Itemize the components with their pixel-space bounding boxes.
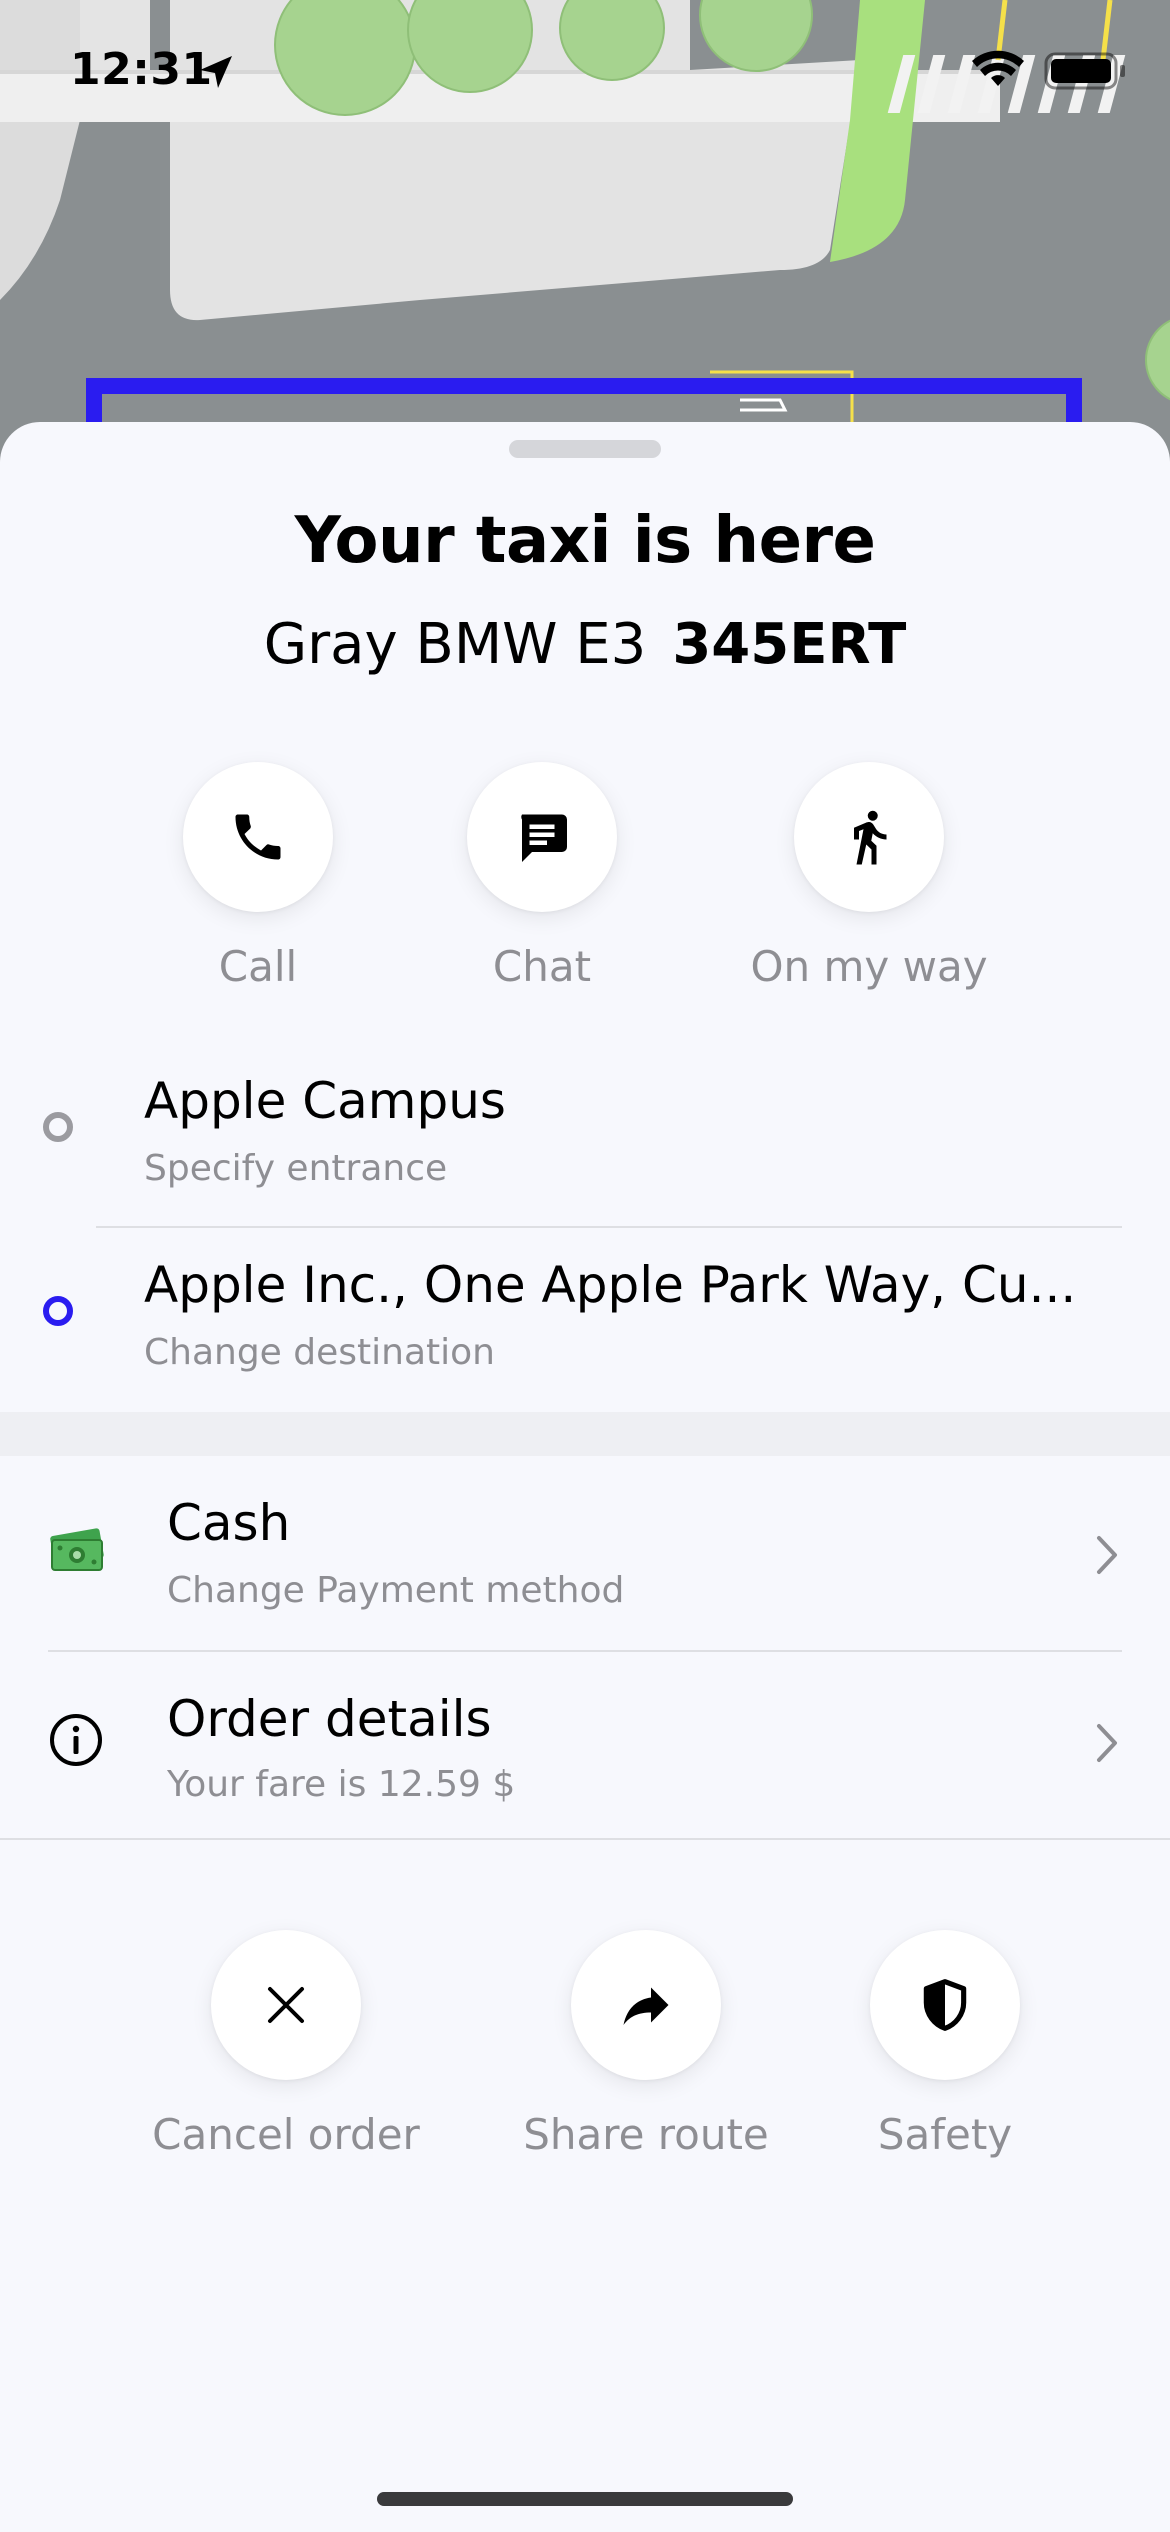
info-icon — [50, 1714, 102, 1766]
section-separator — [0, 1412, 1170, 1456]
specify-entrance-link[interactable]: Specify entrance — [144, 1148, 447, 1189]
payment-method-title: Cash — [167, 1494, 291, 1552]
phone-icon — [235, 814, 281, 860]
map-view[interactable]: 12:31 — [0, 0, 1170, 460]
destination-dot — [43, 1296, 73, 1326]
close-icon — [268, 1987, 304, 2023]
ride-bottom-sheet: Your taxi is here Gray BMW E3 345ERT Call… — [0, 422, 1170, 2532]
details-divider — [0, 1838, 1170, 1840]
cash-icon — [50, 1528, 104, 1571]
order-details-title: Order details — [167, 1690, 492, 1748]
share-route-button[interactable] — [571, 1930, 721, 2080]
safety-label: Safety — [877, 2110, 1013, 2159]
chat-icon — [521, 814, 567, 862]
chat-button[interactable] — [467, 762, 617, 912]
sheet-grabber[interactable] — [509, 440, 661, 458]
sheet-title: Your taxi is here — [294, 504, 876, 578]
cancel-order-label: Cancel order — [152, 2110, 420, 2159]
shield-icon — [923, 1979, 967, 2031]
status-time: 12:31 — [70, 44, 213, 95]
payment-method-subtitle: Change Payment method — [167, 1570, 625, 1611]
safety-button[interactable] — [870, 1930, 1020, 2080]
share-arrow-icon — [623, 1987, 669, 2025]
fare-text: Your fare is 12.59 $ — [167, 1764, 516, 1805]
chevron-right-icon — [1097, 1536, 1117, 1574]
route-divider — [96, 1226, 1122, 1228]
car-info: Gray BMW E3 345ERT — [0, 612, 1170, 677]
wifi-icon — [972, 50, 1024, 86]
location-arrow-icon — [200, 56, 232, 88]
on-my-way-label: On my way — [750, 942, 988, 991]
chat-label: Chat — [492, 942, 592, 991]
destination-title[interactable]: Apple Inc., One Apple Park Way, Cu... — [144, 1256, 1076, 1314]
pickup-title[interactable]: Apple Campus — [144, 1072, 506, 1130]
battery-icon — [1044, 52, 1125, 90]
chevron-right-icon — [1097, 1724, 1117, 1762]
pickup-dot — [43, 1112, 73, 1142]
car-model: Gray BMW E3 — [263, 612, 647, 677]
status-indicators — [972, 50, 1125, 90]
call-button[interactable] — [183, 762, 333, 912]
home-indicator — [377, 2492, 793, 2506]
status-icons — [970, 48, 1150, 102]
order-details-row[interactable]: Order details Your fare is 12.59 $ — [0, 1652, 1170, 1838]
change-destination-link[interactable]: Change destination — [144, 1332, 495, 1373]
walking-icon — [854, 810, 887, 865]
on-my-way-button[interactable] — [794, 762, 944, 912]
payment-row[interactable]: Cash Change Payment method — [0, 1456, 1170, 1650]
car-plate: 345ERT — [672, 612, 907, 677]
cancel-order-button[interactable] — [211, 1930, 361, 2080]
